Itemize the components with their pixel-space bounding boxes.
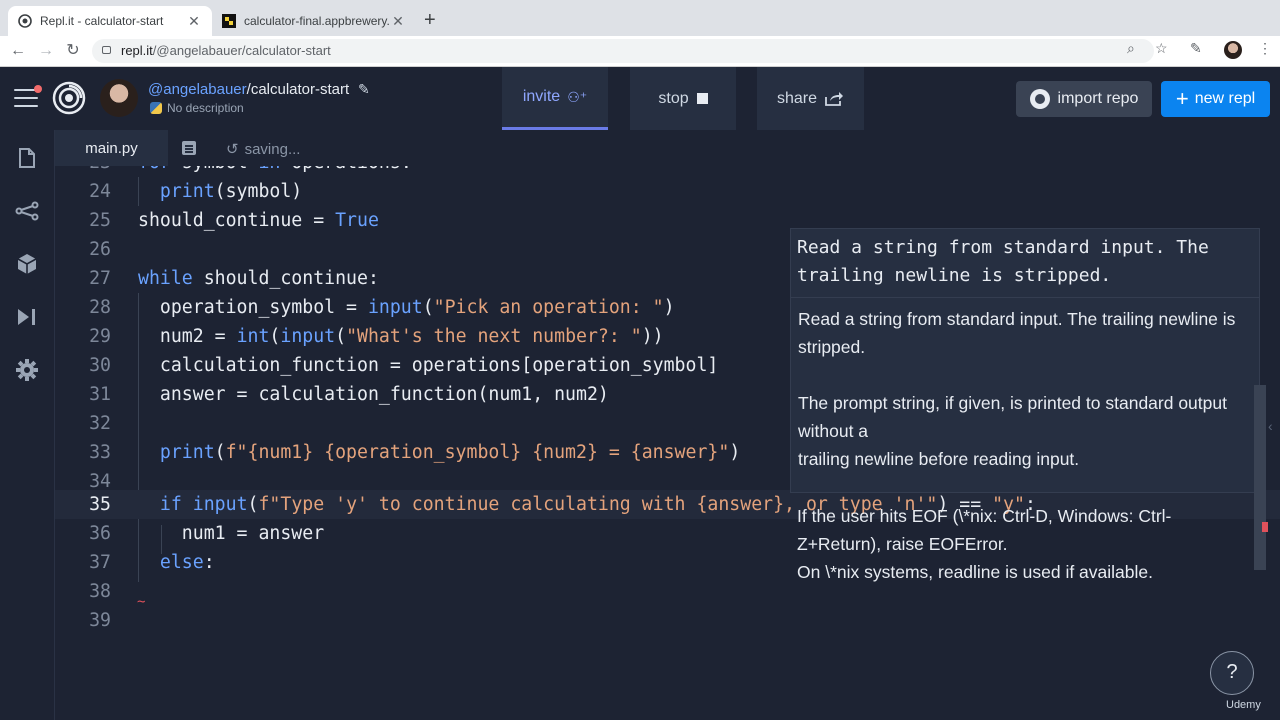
popup-paragraph: The prompt string, if given, is printed …	[798, 393, 1227, 441]
popup-divider	[791, 297, 1259, 298]
document-icon[interactable]	[182, 141, 196, 155]
share-button[interactable]: share	[757, 67, 864, 130]
repl-name[interactable]: calculator-start	[251, 81, 349, 98]
appbrewery-favicon-icon	[222, 14, 236, 28]
menu-icon[interactable]	[14, 85, 42, 107]
left-sidebar	[0, 130, 55, 720]
replit-logo-icon[interactable]	[52, 81, 86, 115]
settings-gear-icon[interactable]	[15, 358, 39, 382]
profile-avatar[interactable]	[1224, 41, 1242, 59]
replit-favicon-icon	[18, 14, 32, 28]
error-squiggle: ~	[137, 594, 146, 610]
files-icon[interactable]	[15, 146, 39, 170]
new-tab-button[interactable]: +	[424, 9, 436, 31]
code-line: 24 print(symbol)	[89, 181, 303, 202]
repl-description: No description	[150, 101, 244, 115]
import-repo-button[interactable]: import repo	[1016, 81, 1152, 117]
browser-menu-icon[interactable]: ⋮	[1258, 40, 1272, 57]
address-url: repl.it/@angelabauer/calculator-start	[121, 43, 331, 58]
share-icon	[825, 91, 844, 106]
docs-overflow-text: If the user hits EOF (\*nix: Ctrl-D, Win…	[797, 506, 1172, 582]
edit-pencil-icon[interactable]: ✎	[358, 81, 370, 98]
user-avatar[interactable]	[100, 79, 138, 117]
browser-tab-replit[interactable]: Repl.it - calculator-start ✕	[8, 6, 212, 36]
username-link[interactable]: @angelabauer	[148, 81, 247, 98]
reload-icon[interactable]: ↻	[62, 40, 84, 62]
lock-icon	[102, 46, 111, 54]
browser-tab-calculator-final[interactable]: calculator-final.appbrewery.repl ✕	[212, 6, 416, 36]
notification-dot	[34, 85, 42, 93]
close-tab-icon[interactable]: ✕	[186, 13, 202, 30]
udemy-watermark: Udemy	[1226, 699, 1261, 711]
address-bar[interactable]: repl.it/@angelabauer/calculator-start	[92, 39, 1154, 63]
editor-scrollbar[interactable]	[1254, 385, 1266, 570]
debugger-icon[interactable]	[15, 305, 39, 329]
hover-doc-popup: Read a string from standard input. The t…	[790, 228, 1260, 493]
forward-arrow-icon[interactable]: →	[35, 40, 57, 62]
popup-paragraph: Read a string from standard input. The t…	[798, 309, 1236, 357]
tab-main-py[interactable]: main.py	[55, 130, 168, 166]
code-line: 23for symbol in operations:	[55, 166, 1280, 177]
back-arrow-icon[interactable]: ←	[7, 40, 29, 62]
packages-icon[interactable]	[15, 252, 39, 276]
browser-toolbar: ← → ↻ repl.it/@angelabauer/calculator-st…	[0, 36, 1280, 67]
add-person-icon: ⚇⁺	[567, 88, 588, 105]
close-tab-icon[interactable]: ✕	[390, 13, 406, 30]
repl-title: @angelabauer/calculator-start	[148, 81, 350, 98]
zoom-icon[interactable]: ⌕	[1127, 40, 1135, 57]
popup-paragraph: trailing newline before reading input.	[798, 449, 1080, 469]
popup-signature: Read a string from standard input. The t…	[797, 237, 1209, 286]
extension-icon[interactable]: ✎	[1190, 40, 1202, 57]
help-button[interactable]: ?	[1210, 651, 1254, 695]
repl-header: @angelabauer/calculator-start ✎ No descr…	[0, 67, 1280, 130]
browser-tab-title: Repl.it - calculator-start	[40, 14, 164, 28]
github-icon	[1029, 89, 1050, 109]
error-scroll-marker	[1262, 522, 1268, 532]
history-icon: ↺	[226, 141, 239, 158]
browser-tab-title: calculator-final.appbrewery.repl	[244, 14, 390, 28]
bookmark-star-icon[interactable]: ☆	[1155, 40, 1168, 57]
stop-button[interactable]: stop	[630, 67, 736, 130]
editor-tab-bar: main.py ↺ saving...	[55, 130, 1280, 167]
chevron-left-icon[interactable]: ‹	[1268, 418, 1273, 434]
code-line: 39	[89, 610, 111, 631]
browser-tab-bar: Repl.it - calculator-start ✕ calculator-…	[0, 0, 1280, 36]
python-icon	[150, 102, 162, 114]
saving-status: ↺ saving...	[226, 141, 301, 158]
plus-icon: +	[1175, 86, 1189, 111]
stop-square-icon	[696, 93, 708, 104]
version-control-icon[interactable]	[15, 199, 39, 223]
popup-body: Read a string from standard input. The t…	[798, 305, 1253, 473]
new-repl-button[interactable]: + new repl	[1161, 81, 1270, 117]
invite-button[interactable]: invite ⚇⁺	[502, 67, 608, 130]
